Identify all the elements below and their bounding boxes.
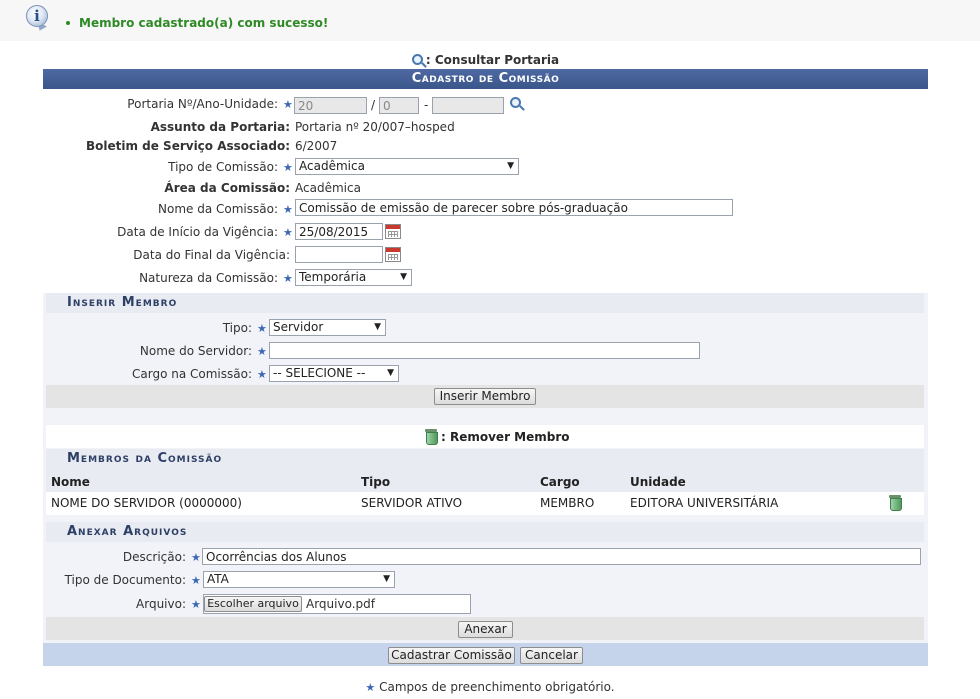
required-star: ★	[191, 551, 201, 564]
inserir-membro-header: Inserir Membro	[46, 293, 924, 313]
col-unidade: Unidade	[630, 475, 686, 489]
area-label: Área da Comissão:	[164, 181, 290, 195]
boletim-label: Boletim de Serviço Associado:	[85, 139, 290, 153]
tipo-membro-select[interactable]: Servidor ▼	[269, 319, 386, 336]
data-final-label: Data do Final da Vigência:	[133, 248, 290, 262]
descricao-label: Descrição:	[122, 550, 186, 564]
nome-comissao-label: Nome da Comissão:	[158, 202, 278, 216]
chevron-down-icon: ▼	[507, 161, 514, 171]
nome-servidor-input[interactable]	[269, 342, 700, 359]
required-star: ★	[257, 322, 267, 335]
required-fields-note: ★ Campos de preenchimento obrigatório.	[365, 680, 615, 694]
data-inicio-label: Data de Início da Vigência:	[117, 225, 278, 239]
row-tipo: SERVIDOR ATIVO	[361, 496, 463, 510]
required-star: ★	[283, 272, 293, 285]
cargo-label: Cargo na Comissão:	[132, 367, 252, 381]
required-star: ★	[191, 574, 201, 587]
required-star: ★	[283, 226, 293, 239]
membros-header: Membros da Comissão	[46, 449, 924, 469]
row-unidade: EDITORA UNIVERSITÁRIA	[630, 496, 779, 510]
portaria-unit-input[interactable]	[432, 97, 504, 114]
form-title: Cadastro de Comissão	[43, 69, 928, 89]
required-star: ★	[283, 203, 293, 216]
anexar-button[interactable]: Anexar	[458, 621, 513, 638]
remover-membro-legend: : Remover Membro	[424, 429, 570, 445]
boletim-value: 6/2007	[295, 139, 338, 153]
success-message-text: Membro cadastrado(a) com sucesso!	[79, 16, 329, 30]
required-star: ★	[257, 368, 267, 381]
cadastrar-comissao-button[interactable]: Cadastrar Comissão	[388, 647, 515, 664]
portaria-label: Portaria Nº/Ano-Unidade:	[127, 97, 278, 111]
col-cargo: Cargo	[540, 475, 580, 489]
success-message: Membro cadastrado(a) com sucesso!	[66, 16, 328, 30]
info-icon: i	[26, 5, 48, 27]
calendar-icon[interactable]	[385, 247, 401, 262]
portaria-number-input[interactable]: 20	[294, 97, 367, 114]
col-tipo: Tipo	[361, 475, 391, 489]
chevron-down-icon: ▼	[383, 574, 390, 584]
commission-form-panel: : Consultar Portaria Cadastro de Comissã…	[43, 45, 928, 666]
data-inicio-input[interactable]: 25/08/2015	[295, 223, 383, 240]
row-cargo: MEMBRO	[540, 496, 595, 510]
nome-servidor-label: Nome do Servidor:	[139, 344, 252, 358]
escolher-arquivo-button[interactable]: Escolher arquivo	[204, 596, 302, 612]
tipo-documento-select[interactable]: ATA ▼	[203, 571, 395, 588]
trash-icon	[424, 429, 438, 445]
required-star: ★	[257, 345, 267, 358]
descricao-input[interactable]: Ocorrências dos Alunos	[202, 548, 921, 565]
membros-table-header	[46, 469, 924, 492]
search-portaria-icon[interactable]	[510, 96, 524, 110]
area-value: Acadêmica	[295, 181, 361, 195]
tipo-comissao-select[interactable]: Acadêmica ▼	[295, 158, 519, 175]
required-star: ★	[365, 681, 376, 694]
assunto-value: Portaria nº 20/007–hosped	[295, 120, 455, 134]
chevron-down-icon: ▼	[387, 368, 394, 378]
natureza-label: Natureza da Comissão:	[139, 271, 278, 285]
required-star: ★	[191, 598, 201, 611]
row-nome: NOME DO SERVIDOR (0000000)	[51, 496, 242, 510]
nome-comissao-input[interactable]: Comissão de emissão de parecer sobre pós…	[295, 199, 733, 216]
remove-member-trash-icon[interactable]	[888, 495, 902, 511]
portaria-slash: /	[371, 98, 376, 112]
tipo-membro-label: Tipo:	[222, 321, 252, 335]
tipo-comissao-label: Tipo de Comissão:	[168, 160, 278, 174]
assunto-label: Assunto da Portaria:	[150, 120, 290, 134]
col-nome: Nome	[51, 475, 90, 489]
success-message-bar: i Membro cadastrado(a) com sucesso!	[0, 0, 980, 41]
required-star: ★	[283, 98, 293, 111]
chevron-down-icon: ▼	[400, 272, 407, 282]
portaria-dash: -	[424, 98, 429, 112]
arquivo-label: Arquivo:	[136, 597, 186, 611]
calendar-icon[interactable]	[385, 224, 401, 239]
anexar-header: Anexar Arquivos	[46, 522, 924, 542]
portaria-year-input[interactable]: 0	[379, 97, 419, 114]
search-icon	[411, 54, 423, 65]
consult-portaria-legend: : Consultar Portaria	[43, 53, 928, 67]
natureza-select[interactable]: Temporária ▼	[295, 269, 412, 286]
chevron-down-icon: ▼	[374, 322, 381, 332]
cargo-select[interactable]: -- SELECIONE -- ▼	[269, 365, 399, 382]
arquivo-filename: Arquivo.pdf	[306, 597, 375, 611]
cancelar-button[interactable]: Cancelar	[520, 647, 583, 664]
inserir-membro-button[interactable]: Inserir Membro	[434, 388, 536, 405]
required-star: ★	[283, 161, 293, 174]
tipo-documento-label: Tipo de Documento:	[64, 573, 186, 587]
data-final-input[interactable]	[295, 246, 383, 263]
